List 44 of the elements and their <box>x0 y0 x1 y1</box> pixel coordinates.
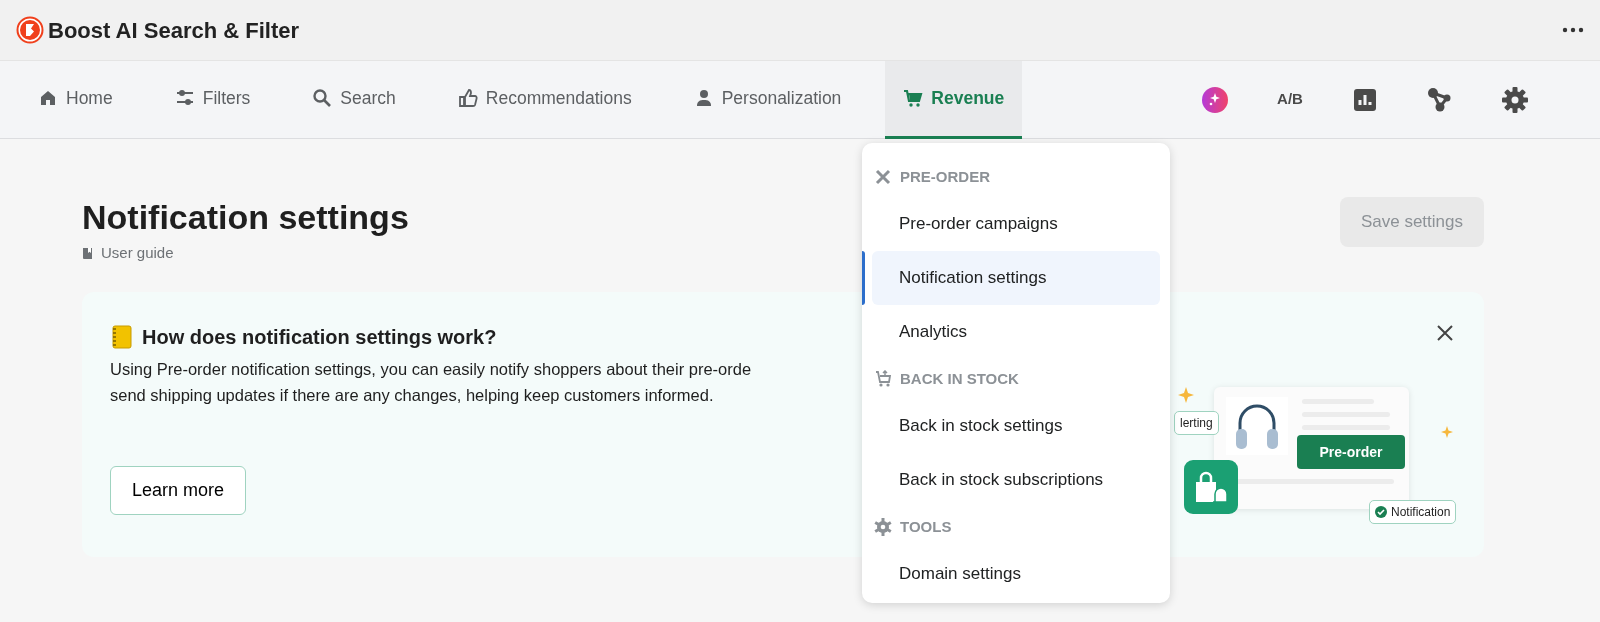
section-heading: BACK IN STOCK <box>900 368 1019 389</box>
nav-tab[interactable]: Recommendations <box>439 60 650 139</box>
section-heading: TOOLS <box>900 516 952 537</box>
alerting-chip: lerting <box>1174 411 1219 436</box>
sparkle-icon <box>1178 387 1194 404</box>
bar-chart-icon <box>1354 88 1376 111</box>
menu-item[interactable]: Analytics <box>872 305 1160 359</box>
nav-tab[interactable]: Revenue <box>885 60 1023 139</box>
ab-test-button[interactable]: A/B <box>1265 74 1315 125</box>
page-title: Notification settings <box>82 197 409 238</box>
nav-tab[interactable]: Filters <box>156 60 269 139</box>
sparkle-icon <box>1201 85 1229 114</box>
sliders-icon <box>174 88 195 108</box>
notification-chip: Notification <box>1369 500 1457 525</box>
app-logo-icon <box>16 16 44 44</box>
banner-text-line: send shipping updates if there are any changes, helping keep customers informed. <box>110 385 714 407</box>
banner-title: How does notification settings work? <box>142 325 497 351</box>
menu-item[interactable]: Back in stock settings <box>872 399 1160 453</box>
app-title: Boost AI Search & Filter <box>48 16 299 45</box>
nav-tab[interactable]: Search <box>294 60 414 139</box>
selection-indicator <box>862 251 865 305</box>
thumbs-up-icon <box>457 88 478 108</box>
cart-icon <box>903 88 924 108</box>
nav-tab[interactable]: Personalization <box>675 60 860 139</box>
section-heading: PRE-ORDER <box>900 166 990 187</box>
sparkle-icon <box>1441 426 1453 439</box>
gear-icon <box>874 518 892 536</box>
pre-order-button[interactable]: Pre-order <box>1297 435 1405 470</box>
more-icon[interactable] <box>1562 27 1584 33</box>
check-circle-icon <box>1375 506 1387 519</box>
home-icon <box>38 88 58 108</box>
user-guide-link[interactable]: User guide <box>101 241 174 265</box>
settings-icon <box>1501 85 1529 114</box>
menu-item[interactable]: Pre-order campaigns <box>872 197 1160 251</box>
menu-item[interactable]: Notification settings <box>872 251 1160 305</box>
menu-item[interactable]: Back in stock subscriptions <box>872 453 1160 507</box>
menu-item[interactable]: Domain settings <box>872 547 1160 601</box>
notebook-icon <box>110 325 134 350</box>
nav-tab[interactable]: Home <box>20 60 131 139</box>
banner-text-line: Using Pre-order notification settings, you can easily notify shoppers about their pre-orde <box>110 359 752 381</box>
learn-more-button[interactable]: Learn more <box>110 466 247 516</box>
cart-icon <box>874 370 892 388</box>
book-icon <box>82 246 93 260</box>
search-icon <box>312 88 333 108</box>
